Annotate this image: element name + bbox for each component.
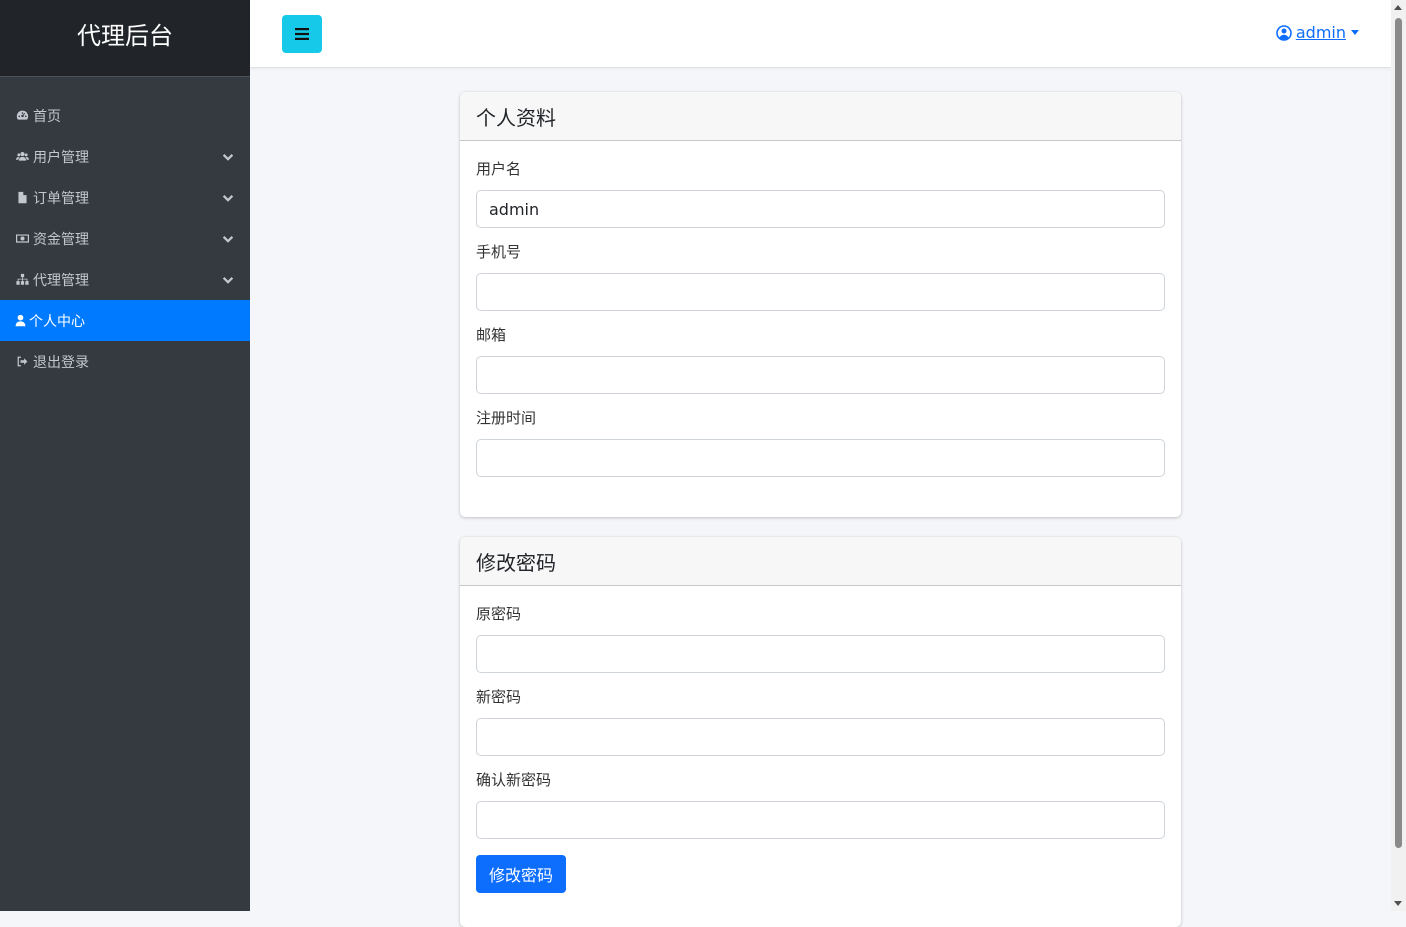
file-icon xyxy=(15,191,30,205)
register-time-field[interactable] xyxy=(476,439,1165,477)
new-password-field[interactable] xyxy=(476,718,1165,756)
phone-label: 手机号 xyxy=(476,243,522,261)
sidebar: 代理后台 首页 用户管理 订单管理 资金管理 代理管理 个人中心 退出登录 xyxy=(0,0,250,911)
username-field[interactable] xyxy=(476,190,1165,228)
user-name: admin xyxy=(1295,23,1346,42)
users-icon xyxy=(15,150,30,164)
form-group-email: 邮箱 xyxy=(476,323,1165,394)
sign-out-icon xyxy=(15,355,30,369)
menu-toggle-button[interactable] xyxy=(282,15,322,53)
page-scrollbar[interactable] xyxy=(1391,0,1406,911)
scroll-up-icon[interactable] xyxy=(1394,5,1402,10)
sidebar-item-label: 退出登录 xyxy=(33,354,89,371)
form-group-register-time: 注册时间 xyxy=(476,406,1165,477)
money-icon xyxy=(15,232,30,246)
username-label: 用户名 xyxy=(476,160,522,178)
sidebar-item-funds[interactable]: 资金管理 xyxy=(0,218,250,259)
form-group-confirm-password: 确认新密码 xyxy=(476,768,1165,839)
bars-icon xyxy=(295,28,309,40)
email-label: 邮箱 xyxy=(476,326,507,344)
sidebar-item-label: 个人中心 xyxy=(29,313,85,330)
chevron-down-icon xyxy=(221,191,235,205)
sidebar-item-label: 首页 xyxy=(33,108,61,125)
confirm-password-field[interactable] xyxy=(476,801,1165,839)
password-form: 原密码 新密码 确认新密码 修改密码 xyxy=(460,586,1181,893)
brand[interactable]: 代理后台 xyxy=(0,0,250,77)
sidebar-item-users[interactable]: 用户管理 xyxy=(0,136,250,177)
confirm-password-label: 确认新密码 xyxy=(476,771,552,789)
sidebar-item-label: 用户管理 xyxy=(33,149,89,166)
sidebar-item-label: 订单管理 xyxy=(33,190,89,207)
chevron-down-icon xyxy=(221,232,235,246)
sidebar-item-label: 资金管理 xyxy=(33,231,89,248)
scroll-down-icon[interactable] xyxy=(1394,901,1402,906)
password-card-title: 修改密码 xyxy=(460,537,1181,586)
sidebar-nav: 首页 用户管理 订单管理 资金管理 代理管理 个人中心 退出登录 xyxy=(0,95,250,382)
new-password-label: 新密码 xyxy=(476,688,522,706)
brand-title: 代理后台 xyxy=(77,21,173,50)
profile-card-title: 个人资料 xyxy=(460,92,1181,141)
user-circle-icon xyxy=(1276,24,1292,41)
profile-form: 用户名 手机号 邮箱 注册时间 xyxy=(460,141,1181,477)
sidebar-item-logout[interactable]: 退出登录 xyxy=(0,341,250,382)
scroll-thumb[interactable] xyxy=(1395,18,1402,848)
chevron-down-icon xyxy=(221,273,235,287)
form-group-username: 用户名 xyxy=(476,157,1165,228)
profile-card: 个人资料 用户名 手机号 邮箱 注册时间 xyxy=(460,92,1181,517)
sidebar-item-label: 代理管理 xyxy=(33,272,89,289)
sidebar-item-profile[interactable]: 个人中心 xyxy=(0,300,250,341)
sidebar-item-agents[interactable]: 代理管理 xyxy=(0,259,250,300)
chevron-down-icon xyxy=(221,150,235,164)
phone-field[interactable] xyxy=(476,273,1165,311)
form-group-phone: 手机号 xyxy=(476,240,1165,311)
email-field[interactable] xyxy=(476,356,1165,394)
old-password-field[interactable] xyxy=(476,635,1165,673)
user-icon xyxy=(15,314,26,328)
password-card: 修改密码 原密码 新密码 确认新密码 修改密码 xyxy=(460,537,1181,927)
sidebar-item-home[interactable]: 首页 xyxy=(0,95,250,136)
user-menu-dropdown[interactable]: admin xyxy=(1276,23,1359,42)
register-time-label: 注册时间 xyxy=(476,409,537,427)
topbar: admin xyxy=(250,0,1391,68)
form-group-new-password: 新密码 xyxy=(476,685,1165,756)
change-password-button[interactable]: 修改密码 xyxy=(476,855,567,893)
old-password-label: 原密码 xyxy=(476,605,522,623)
dashboard-icon xyxy=(15,109,30,123)
caret-down-icon xyxy=(1351,30,1359,35)
sitemap-icon xyxy=(15,273,30,287)
sidebar-item-orders[interactable]: 订单管理 xyxy=(0,177,250,218)
form-group-old-password: 原密码 xyxy=(476,602,1165,673)
